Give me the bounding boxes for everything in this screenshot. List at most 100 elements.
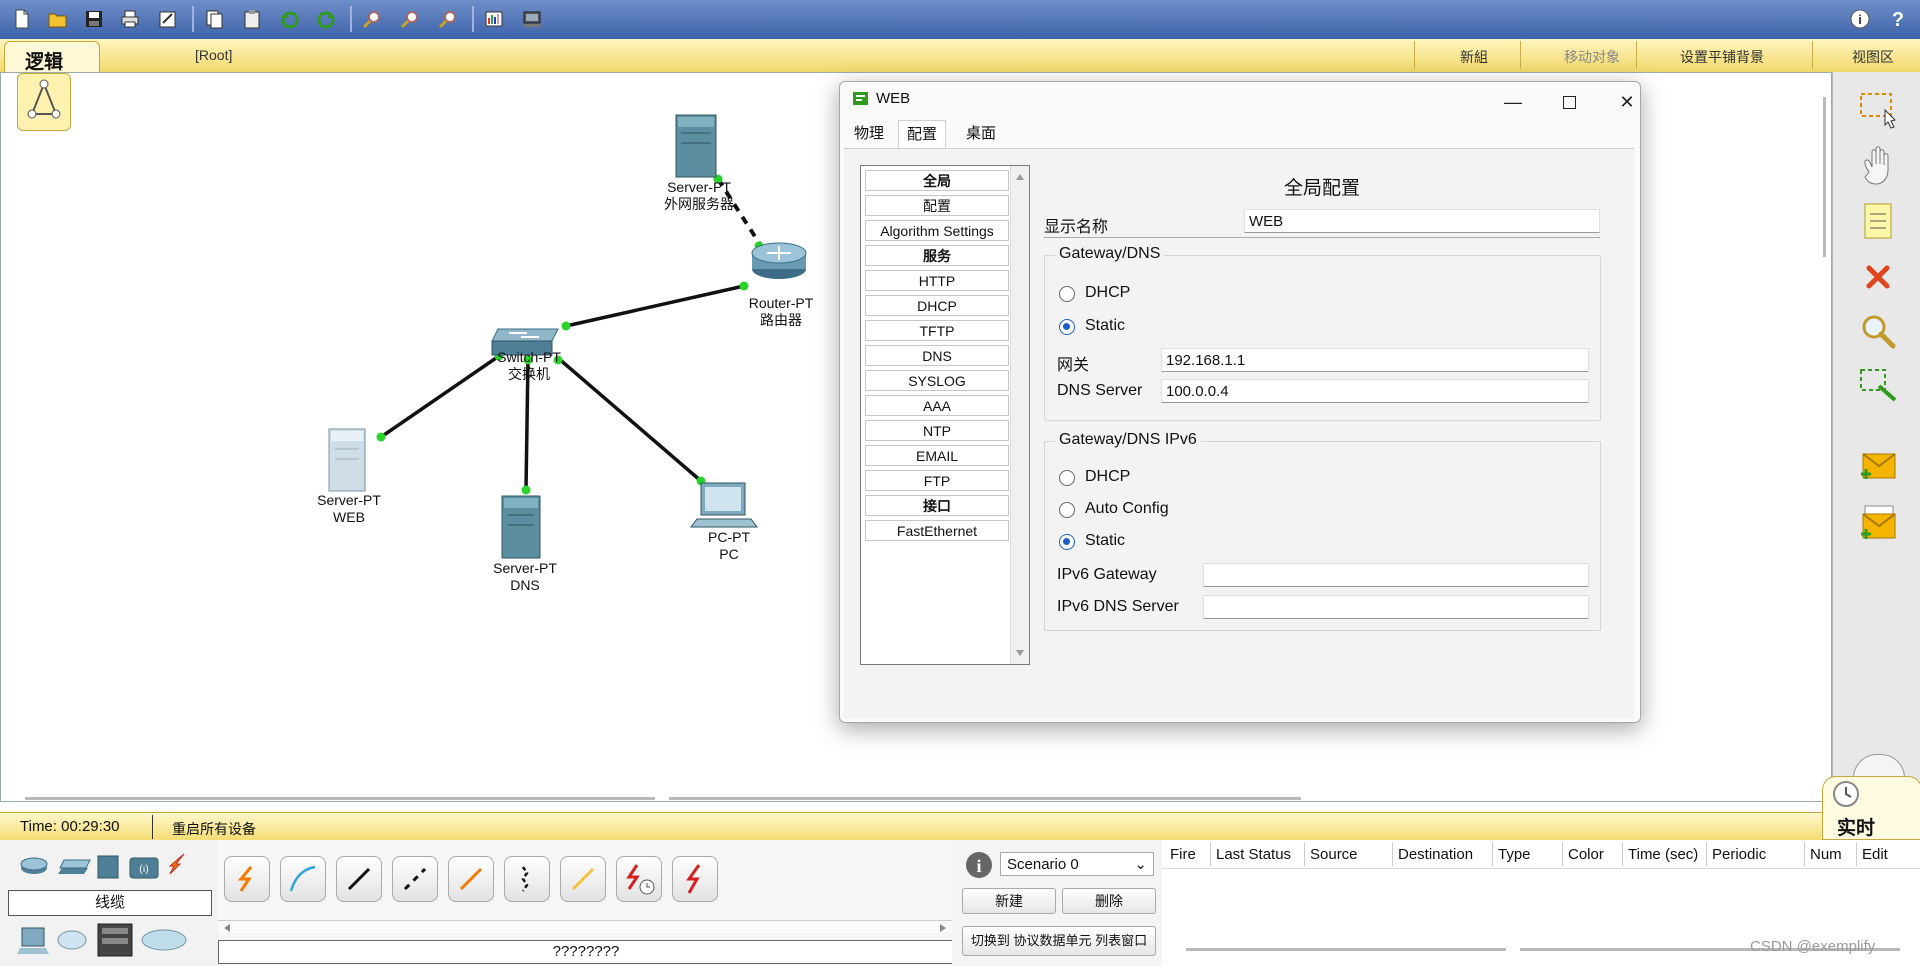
column-header[interactable]: Source (1310, 846, 1358, 863)
zoom-out-icon[interactable] (434, 6, 462, 32)
router-icon[interactable] (751, 242, 807, 279)
column-header[interactable]: Last Status (1216, 846, 1291, 863)
auto-cable-icon[interactable] (224, 856, 270, 902)
column-header[interactable]: Num (1810, 846, 1842, 863)
viewport-button[interactable]: 视图区 (1852, 47, 1894, 67)
fiber-cable-icon[interactable] (448, 856, 494, 902)
web-server-icon[interactable] (328, 428, 366, 492)
palette-icon[interactable] (480, 6, 508, 32)
menu-item[interactable]: SYSLOG (865, 370, 1009, 391)
custom-device-icon[interactable] (518, 6, 546, 32)
column-header[interactable]: Periodic (1712, 846, 1766, 863)
ipv6-auto-radio[interactable] (1059, 502, 1075, 518)
dns-server-icon[interactable] (501, 495, 541, 559)
delete-scenario-button[interactable]: 删除 (1062, 888, 1156, 914)
h-scrollbar-2[interactable] (669, 797, 1301, 800)
delete-icon[interactable] (1855, 254, 1901, 300)
menu-item[interactable]: HTTP (865, 270, 1009, 291)
open-folder-icon[interactable] (44, 6, 72, 32)
menu-item[interactable]: Algorithm Settings (865, 220, 1009, 241)
column-header[interactable]: Fire (1170, 846, 1196, 863)
link-switch-pc[interactable] (556, 356, 703, 483)
menu-item[interactable]: DNS (865, 345, 1009, 366)
console-cable-icon[interactable] (280, 856, 326, 902)
column-header[interactable]: Color (1568, 846, 1604, 863)
menu-item[interactable]: DHCP (865, 295, 1009, 316)
toggle-pdu-list-button[interactable]: 切换到 协议数据单元 列表窗口 (962, 926, 1156, 956)
pc-icon[interactable] (690, 482, 758, 528)
phone-cable-icon[interactable] (504, 856, 550, 902)
menu-item[interactable]: 服务 (865, 245, 1009, 266)
column-header[interactable]: Edit (1862, 846, 1888, 863)
display-name-field[interactable]: WEB (1244, 209, 1600, 233)
coaxial-cable-icon[interactable] (560, 856, 606, 902)
add-simple-pdu-icon[interactable] (1855, 444, 1901, 490)
add-complex-pdu-icon[interactable] (1855, 500, 1901, 546)
column-header[interactable]: Time (sec) (1628, 846, 1698, 863)
v-scrollbar[interactable] (1823, 97, 1826, 257)
menu-item[interactable]: 配置 (865, 195, 1009, 216)
info-icon[interactable]: i (1846, 6, 1874, 32)
undo-icon[interactable] (276, 6, 304, 32)
new-cluster-button[interactable]: 新組 (1460, 47, 1488, 67)
ipv6-dns-field[interactable] (1203, 595, 1589, 619)
link-router-switch[interactable] (565, 284, 745, 328)
straight-through-cable-icon[interactable] (336, 856, 382, 902)
column-header[interactable]: Type (1498, 846, 1531, 863)
help-icon[interactable]: ? (1884, 6, 1912, 32)
tab-desktop[interactable]: 桌面 (958, 120, 1004, 148)
power-cycle-button[interactable]: 重启所有设备 (172, 819, 256, 839)
logical-workspace-icon[interactable] (17, 73, 71, 131)
realtime-tab[interactable]: 实时 (1822, 776, 1920, 840)
column-header[interactable]: Destination (1398, 846, 1473, 863)
menu-item[interactable]: EMAIL (865, 445, 1009, 466)
note-icon[interactable] (1855, 198, 1901, 244)
print-icon[interactable] (116, 6, 144, 32)
serial-dte-cable-icon[interactable] (672, 856, 718, 902)
copy-icon[interactable] (200, 6, 228, 32)
menu-item[interactable]: TFTP (865, 320, 1009, 341)
redo-icon[interactable] (312, 6, 340, 32)
activity-wizard-icon[interactable] (154, 6, 182, 32)
select-icon[interactable] (1855, 86, 1901, 132)
pdu-h-scrollbar[interactable] (1186, 948, 1506, 951)
cable-scrollbar[interactable] (218, 920, 952, 933)
save-icon[interactable] (80, 6, 108, 32)
serial-dce-cable-icon[interactable] (616, 856, 662, 902)
breadcrumb-root[interactable]: [Root] (195, 47, 232, 63)
menu-item[interactable]: AAA (865, 395, 1009, 416)
server-icon[interactable] (675, 114, 717, 178)
gateway-field[interactable]: 192.168.1.1 (1161, 348, 1589, 372)
link-switch-web[interactable] (380, 354, 500, 439)
zoom-reset-icon[interactable] (396, 6, 424, 32)
menu-scrollbar[interactable] (1010, 166, 1029, 664)
h-scrollbar[interactable] (25, 797, 655, 800)
menu-item[interactable]: 全局 (865, 170, 1009, 191)
menu-item[interactable]: NTP (865, 420, 1009, 441)
logical-tab[interactable]: 逻辑 (4, 41, 100, 73)
new-file-icon[interactable] (8, 6, 36, 32)
gateway-static-radio[interactable] (1059, 319, 1075, 335)
ipv6-static-radio[interactable] (1059, 534, 1075, 550)
device-type-icons[interactable]: (ı) (18, 850, 204, 880)
inspect-icon[interactable] (1855, 308, 1901, 354)
dns-server-field[interactable]: 100.0.0.4 (1161, 379, 1589, 403)
ipv6-dhcp-radio[interactable] (1059, 470, 1075, 486)
scenario-info-icon[interactable]: i (964, 850, 994, 884)
menu-item[interactable]: FTP (865, 470, 1009, 491)
move-object-button[interactable]: 移动对象 (1564, 47, 1620, 67)
ipv6-gateway-field[interactable] (1203, 563, 1589, 587)
zoom-in-icon[interactable] (358, 6, 386, 32)
hand-icon[interactable] (1855, 142, 1901, 188)
new-scenario-button[interactable]: 新建 (962, 888, 1056, 914)
minimize-button[interactable]: — (1490, 88, 1536, 116)
tab-physical[interactable]: 物理 (846, 120, 892, 148)
close-button[interactable]: ✕ (1604, 88, 1650, 116)
scenario-select[interactable]: Scenario 0 ⌄ (1000, 852, 1154, 876)
menu-item[interactable]: 接口 (865, 495, 1009, 516)
menu-item[interactable]: FastEthernet (865, 520, 1009, 541)
resize-shape-icon[interactable] (1855, 362, 1901, 408)
paste-icon[interactable] (238, 6, 266, 32)
end-device-icons[interactable] (16, 920, 192, 960)
maximize-button[interactable] (1546, 88, 1592, 116)
